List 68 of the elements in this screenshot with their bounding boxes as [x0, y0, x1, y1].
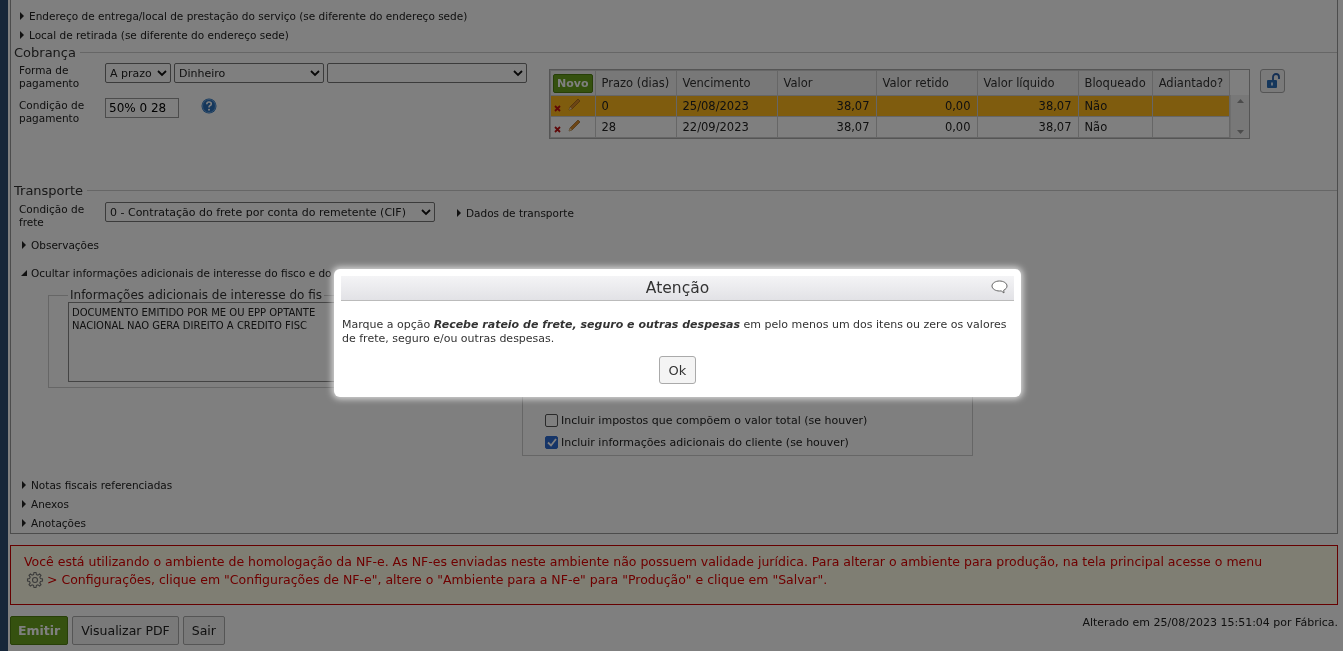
section-title: Transporte: [14, 182, 1337, 200]
transport-link[interactable]: Dados de transporte: [456, 203, 574, 223]
column-header: Valor: [777, 70, 876, 96]
checkbox[interactable]: [545, 435, 558, 449]
table-cell: 28: [595, 116, 676, 138]
arrow-down-icon[interactable]: [1236, 130, 1244, 135]
section-toggle[interactable]: Observações: [21, 235, 1337, 255]
pencil-icon[interactable]: [567, 97, 581, 112]
column-header: Valor retido: [876, 70, 977, 96]
table-cell: 22/09/2023: [676, 116, 777, 138]
input-field[interactable]: 50% 0 28: [105, 98, 179, 119]
option-label: Incluir informações adicionais do cliente (se houver): [561, 435, 849, 449]
chevron-down-icon: [421, 208, 431, 216]
table-cell: 38,07: [977, 116, 1078, 138]
table-row[interactable]: 0 25/08/2023 38,07 0,00 38,07 Não: [550, 95, 1230, 117]
help-icon[interactable]: [201, 98, 217, 115]
column-header: Valor líquido: [977, 70, 1078, 96]
field-label: Forma de pagamento: [19, 63, 81, 91]
section-toggle[interactable]: Anotações: [21, 514, 1337, 533]
chevron-down-icon: [513, 69, 523, 77]
padlock-icon: [1265, 73, 1280, 90]
option-label: Incluir impostos que compõem o valor total (se houver): [561, 413, 868, 427]
caret-icon: [21, 481, 27, 490]
warning-text: Você está utilizando o ambiente de homologação da NF-e. As NF-es enviadas neste ambiente não possuem validade jurídica. Para alterar o ambiente para produção, na tela principal acesse o menu: [24, 553, 1264, 571]
select-field[interactable]: [327, 63, 527, 84]
caret-icon: [19, 11, 25, 20]
caret-icon: [21, 500, 27, 509]
chevron-down-icon: [157, 69, 167, 77]
column-header: Vencimento: [676, 70, 777, 96]
caret-icon: [21, 268, 27, 277]
column-header: Bloqueado: [1078, 70, 1153, 96]
action-button[interactable]: Sair: [182, 616, 225, 645]
section-title: Cobrança: [14, 44, 1337, 62]
field-label: Condição de pagamento: [19, 98, 86, 126]
chevron-down-icon: [310, 69, 320, 77]
caret-icon: [456, 208, 462, 217]
column-header: Prazo (dias): [595, 70, 676, 96]
lock-button[interactable]: [1260, 69, 1286, 94]
table-cell: Não: [1078, 116, 1153, 138]
action-button[interactable]: Visualizar PDF: [72, 616, 179, 645]
gear-icon: [26, 571, 44, 589]
delete-icon[interactable]: [554, 104, 561, 112]
warning-text: > Configurações, clique em "Configurações de NF-e", altere o "Ambiente para a NF-e" para "Produção" e clique em "Salvar".: [47, 571, 828, 589]
checkbox[interactable]: [545, 413, 558, 427]
column-header: Adiantado?: [1152, 70, 1230, 96]
group-title: Informações adicionais de interesse do fis: [69, 288, 323, 303]
delete-icon[interactable]: [554, 125, 561, 133]
section-toggle[interactable]: Notas fiscais referenciadas: [21, 476, 1337, 495]
speech-bubble-icon[interactable]: [991, 280, 1008, 294]
ok-button[interactable]: Ok: [658, 356, 697, 384]
caret-icon: [21, 240, 27, 249]
table-row[interactable]: 28 22/09/2023 38,07 0,00 38,07 Não: [550, 116, 1230, 138]
select-field[interactable]: A prazo: [105, 63, 171, 84]
caret-icon: [21, 519, 27, 528]
modified-text: Alterado em 25/08/2023 15:51:04 por Fábrica.: [1082, 616, 1338, 629]
pencil-icon[interactable]: [567, 118, 581, 133]
section-toggle[interactable]: Local de retirada (se diferente do endereço sede): [19, 25, 1337, 44]
table-cell: 0,00: [876, 116, 977, 138]
section-toggle[interactable]: Endereço de entrega/local de prestação do serviço (se diferente do endereço sede): [19, 6, 1337, 25]
dialog-title: Atenção: [645, 279, 710, 297]
select-field[interactable]: Dinheiro: [174, 63, 324, 84]
select-field[interactable]: 0 - Contratação do frete por conta do remetente (CIF): [105, 202, 435, 223]
field-label: Condição de frete: [19, 202, 86, 230]
caret-icon: [19, 30, 25, 39]
scrollbar[interactable]: [1230, 95, 1250, 139]
section-toggle[interactable]: Anexos: [21, 495, 1337, 514]
arrow-up-icon[interactable]: [1236, 99, 1244, 104]
table-cell: 38,07: [777, 116, 876, 138]
